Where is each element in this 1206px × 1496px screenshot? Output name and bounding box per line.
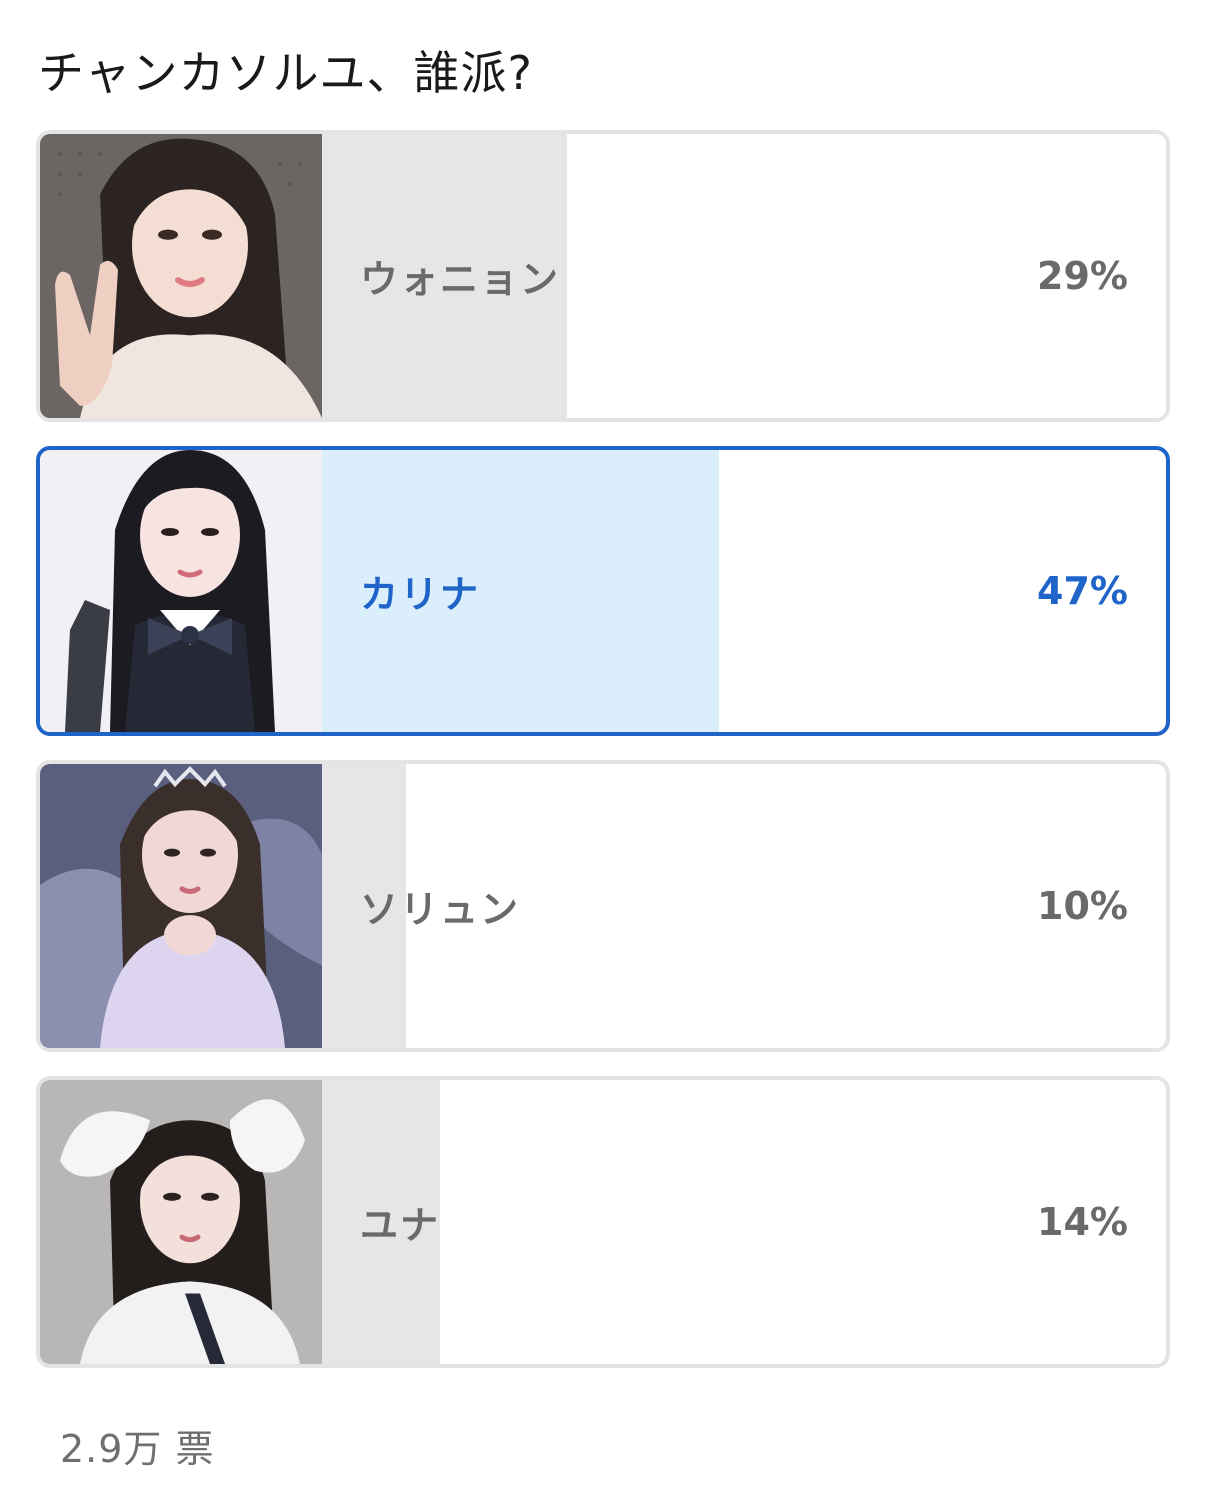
poll-options: ウォニョン 29% カリナ 47% ソリュン 10% ユナ 14%: [36, 130, 1170, 1368]
option-photo-yuna: [40, 1080, 322, 1364]
option-percent: 29%: [1037, 254, 1128, 298]
option-result-area: ウォニョン 29%: [322, 134, 1166, 418]
total-votes: 2.9万 票: [60, 1427, 215, 1471]
poll-option-yuna[interactable]: ユナ 14%: [36, 1076, 1170, 1368]
option-label: ソリュン: [360, 887, 521, 932]
option-percent: 47%: [1037, 569, 1128, 613]
poll-option-wonyoung[interactable]: ウォニョン 29%: [36, 130, 1170, 422]
option-photo-wonyoung: [40, 134, 322, 418]
option-percent: 14%: [1037, 1200, 1128, 1244]
poll-option-sullyoon[interactable]: ソリュン 10%: [36, 760, 1170, 1052]
poll-option-karina[interactable]: カリナ 47%: [36, 446, 1170, 736]
option-percent: 10%: [1037, 884, 1128, 928]
option-label: カリナ: [360, 572, 481, 617]
option-label: ユナ: [360, 1203, 441, 1248]
option-photo-karina: [40, 450, 322, 732]
option-result-area: ソリュン 10%: [322, 764, 1166, 1048]
poll-title: チャンカソルユ、誰派?: [38, 46, 533, 100]
option-label: ウォニョン: [360, 257, 561, 302]
option-photo-sullyoon: [40, 764, 322, 1048]
option-result-area: カリナ 47%: [322, 450, 1166, 732]
option-result-area: ユナ 14%: [322, 1080, 1166, 1364]
